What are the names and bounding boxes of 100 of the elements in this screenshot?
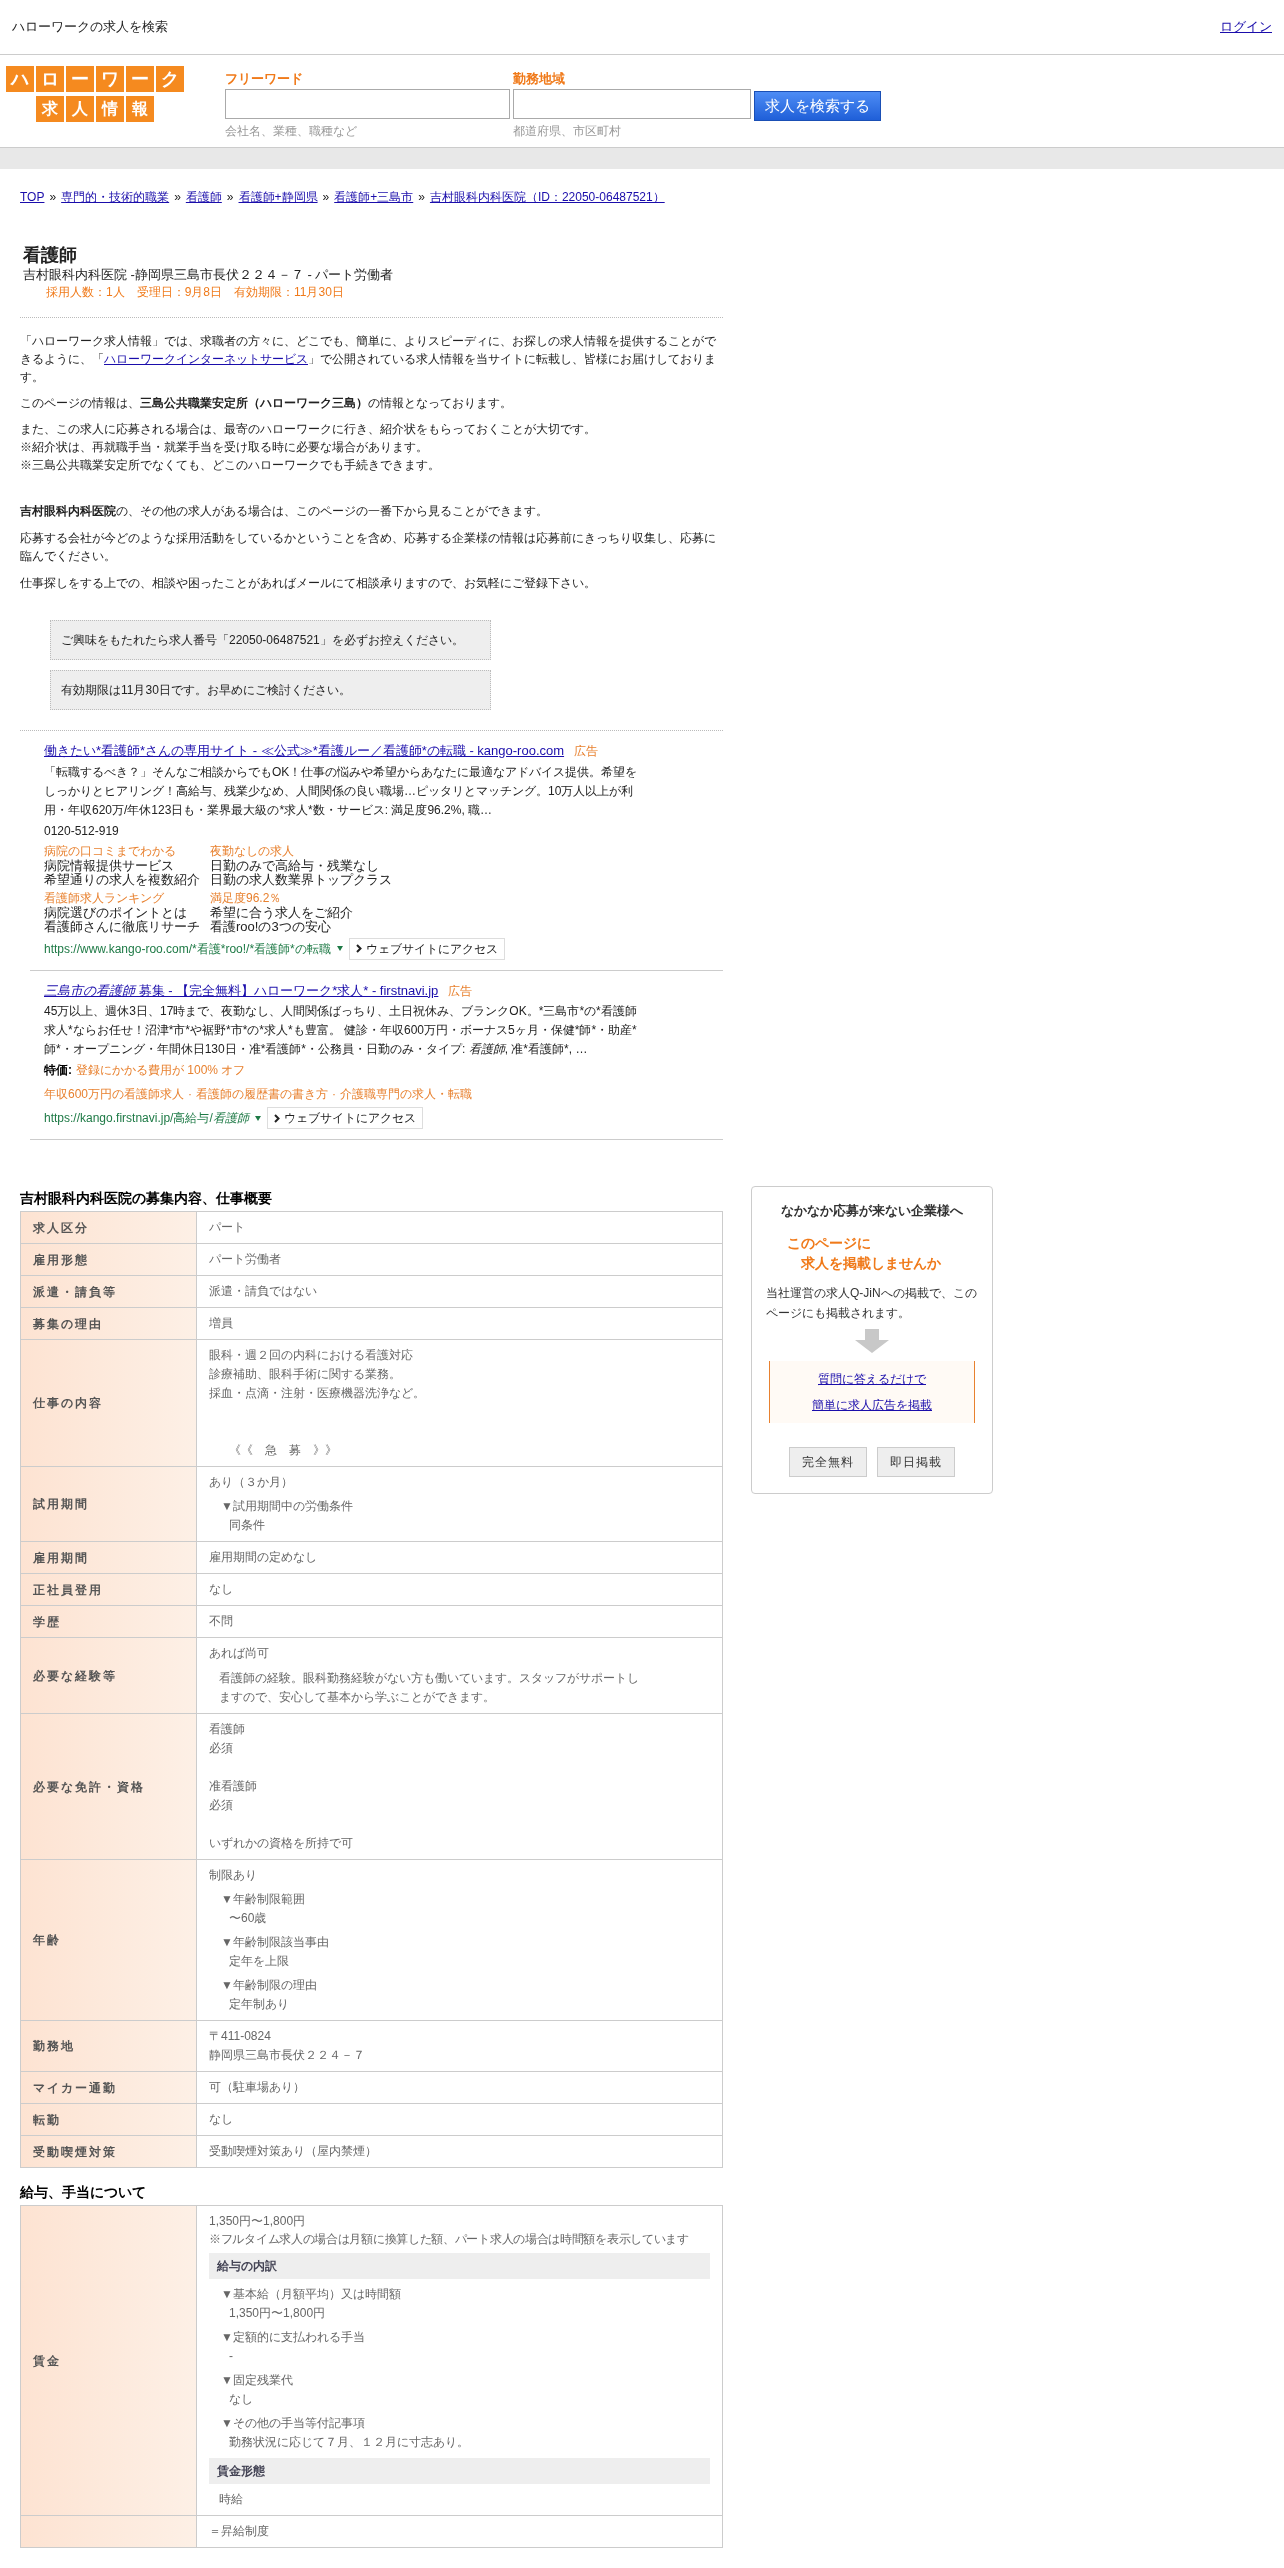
- cell-text: 受動喫煙対策あり（屋内禁煙）: [209, 2143, 378, 2160]
- chevron-icon: [355, 944, 362, 953]
- special-label: 特価:: [44, 1062, 72, 1079]
- cell-text: 雇用期間の定めなし: [209, 1549, 318, 1566]
- item-value: -: [228, 2348, 234, 2365]
- subsection-heading: 給与の内訳: [209, 2253, 710, 2279]
- breadcrumb-separator: »: [226, 189, 234, 206]
- notice-box: ご興味をもたれたら求人番号「22050-06487521」を必ずお控えください。: [50, 620, 491, 660]
- ad-description: 45万以上、週休3日、17時まで、夜勤なし、人間関係ばっちり、土日祝休み、ブランクOK。*三島市*の*看護師求人*ならお任せ！沼津*市*や裾野*市*の*求人*も豊富。 健診・年収600万円・ボーナス5ヶ月・保健*師*・助産*師*・オープニング・年間休日130日・准*看護師*・公務員・日勤のみ・タイプ: 看護師, 准*看護師*, …: [44, 1003, 638, 1058]
- label-cell: 転勤: [21, 2104, 197, 2135]
- label-cell: 勤務地: [21, 2021, 197, 2071]
- cell-text: なし: [209, 2111, 234, 2128]
- cell-text: パート労働者: [209, 1251, 282, 1268]
- breadcrumb-link[interactable]: 看護師+三島市: [334, 188, 414, 206]
- sitelink-text: 日勤のみで高給与・残業なし: [210, 858, 380, 873]
- job-meta: 採用人数：1人 受理日：9月8日 有効期限：11月30日: [45, 284, 345, 301]
- intro-text: このページの情報は、三島公共職業安定所（ハローワーク三島）の情報となっております。: [20, 395, 513, 412]
- item-heading: ▼固定残業代: [220, 2372, 294, 2389]
- section-heading: 給与、手当について: [20, 2183, 147, 2202]
- urgent-label: 《《 急 募 》》: [228, 1442, 338, 1459]
- cell-text: 時給: [218, 2491, 244, 2508]
- search-field[interactable]: [513, 89, 751, 119]
- label-cell: 募集の理由: [21, 1308, 197, 1339]
- job-subtitle: 吉村眼科内科医院 -静岡県三島市長伏２２４－７ - パート労働者: [23, 266, 395, 284]
- promo-highlight: 求人を掲載しませんか: [800, 1253, 941, 1273]
- cell-text: 必須: [209, 1797, 234, 1814]
- breadcrumb-separator: »: [322, 189, 330, 206]
- item-value: 定年制あり: [228, 1996, 290, 2013]
- promo-link[interactable]: 簡単に求人広告を掲載: [812, 1394, 932, 1415]
- cell-text: 〒411-0824: [209, 2028, 272, 2045]
- promo-heading: なかなか応募が来ない企業様へ: [781, 1202, 963, 1220]
- label-cell: 賃金: [21, 2206, 197, 2515]
- cell-text: 可（駐車場あり）: [209, 2079, 306, 2096]
- intro-paragraph: 「ハローワーク求人情報」では、求職者の方々に、どこでも、簡単に、よりスピーディに、お探しの求人情報を提供することができるように、「ハローワークインターネットサービス」で公開されている求人情報を当サイトに転載し、皆様にお届けしております。: [20, 333, 717, 386]
- cell-text: 派遣・請負ではない: [209, 1283, 318, 1300]
- item-value: 〜60歳: [228, 1910, 268, 1927]
- ad-url[interactable]: https://www.kango-roo.com/*看護*roo!/*看護師*の転職: [44, 939, 331, 958]
- label-cell: 求人区分: [21, 1212, 197, 1243]
- field-hint: 都道府県、市区町村: [513, 123, 622, 140]
- cell-text: 採血・点滴・注射・医療機器洗浄など。: [209, 1385, 426, 1402]
- intro-text: ※三島公共職業安定所でなくても、どこのハローワークでも手続きできます。: [20, 457, 441, 474]
- feature-tag: 完全無料: [789, 1446, 867, 1477]
- item-heading: ▼年齢制限範囲: [220, 1891, 306, 1908]
- cell-text: あり（３か月）: [209, 1474, 294, 1491]
- breadcrumb-separator: »: [174, 189, 181, 206]
- ad-title-link[interactable]: 働きたい*看護師*さんの専用サイト - ≪公式≫*看護ルー／看護師*の転職 - kango-roo.com: [44, 741, 565, 761]
- promo-text: 当社運営の求人Q-JiNへの掲載で、このページにも掲載されます。: [765, 1284, 978, 1322]
- ad-title-link[interactable]: 三島市の看護師 募集 - 【完全無料】ハローワーク*求人* - firstnavi.jp: [44, 980, 439, 1000]
- ad-label: 広告: [574, 743, 599, 760]
- chevron-icon: [273, 1113, 280, 1123]
- note-text: ※フルタイム求人の場合は月額に換算した額、パート求人の場合は時間額を表示しています: [209, 2231, 690, 2247]
- ad-url[interactable]: https://kango.firstnavi.jp/高給与/看護師: [44, 1109, 249, 1127]
- phone-number: 0120-512-919: [44, 822, 120, 840]
- breadcrumb-link[interactable]: 専門的・技術的職業: [61, 188, 170, 206]
- feature-tag: 即日掲載: [877, 1446, 955, 1477]
- search-button[interactable]: 求人を検索する: [754, 91, 881, 121]
- label-cell: 学歴: [21, 1606, 197, 1637]
- item-heading: ▼その他の手当等付記事項: [220, 2415, 366, 2432]
- breadcrumb-link[interactable]: 吉村眼科内科医院（ID：22050-06487521）: [429, 188, 665, 206]
- cell-text: 准看護師: [209, 1778, 258, 1795]
- section-heading: 吉村眼科内科医院の募集内容、仕事概要: [20, 1189, 273, 1208]
- separator-dot: ·: [332, 1086, 337, 1103]
- breadcrumb-link[interactable]: 看護師: [185, 188, 222, 206]
- special-text: 登録にかかる費用が 100% オフ: [76, 1062, 246, 1079]
- service-link[interactable]: ハローワークインターネットサービス: [104, 352, 308, 366]
- intro-text: また、この求人に応募される場合は、最寄のハローワークに行き、紹介状をもらっておくことが大切です。: [20, 421, 597, 438]
- sitelink-text: 病院選びのポイントとは: [44, 905, 188, 920]
- cell-text: 静岡県三島市長伏２２４－７: [209, 2047, 366, 2064]
- field-hint: 会社名、業種、職種など: [225, 123, 358, 140]
- item-heading: ▼年齢制限該当事由: [220, 1934, 330, 1951]
- label-cell: 必要な免許・資格: [21, 1714, 197, 1859]
- breadcrumb-separator: »: [49, 189, 57, 206]
- login-link[interactable]: ログイン: [1220, 17, 1272, 37]
- search-field[interactable]: [225, 89, 510, 119]
- cell-text: 1,350円〜1,800円: [209, 2213, 307, 2230]
- visit-website-button[interactable]: ウェブサイトにアクセス: [266, 1107, 423, 1129]
- breadcrumb-link[interactable]: TOP: [20, 188, 45, 206]
- cell-text: 増員: [209, 1315, 234, 1332]
- ad-description: 「転職するべき？」そんなご相談からでもOK！仕事の悩みや希望からあなたに最適なアドバイス提供。希望をしっかりとヒアリング！高給与、残業少なめ、人間関係の良い職場…ピッタリとマッチング。10万人以上が利用・年収620万/年休123日も・業界最大級の*求人*数・サービス: 満足度96.2%, 職…: [44, 763, 639, 819]
- cell-text: あれば尚可: [209, 1645, 270, 1662]
- item-value: 同条件: [228, 1517, 266, 1534]
- label-cell: 必要な経験等: [21, 1638, 197, 1713]
- dropdown-icon[interactable]: [336, 946, 343, 951]
- cell-text: 必須: [209, 1740, 234, 1757]
- breadcrumb-link[interactable]: 看護師+静岡県: [238, 188, 318, 206]
- promo-link[interactable]: 質問に答えるだけで: [818, 1368, 926, 1389]
- label-cell: マイカー通勤: [21, 2072, 197, 2103]
- cell-text: 看護師の経験。眼科勤務経験がない方も働いています。スタッフがサポートしますので、安心して基本から学ぶことができます。: [218, 1670, 639, 1706]
- sitelink-text: 日勤の求人数業界トップクラス: [210, 872, 392, 887]
- cell-text: パート: [209, 1219, 246, 1236]
- label-cell: 雇用期間: [21, 1542, 197, 1573]
- item-value: 定年を上限: [228, 1953, 290, 1970]
- dropdown-icon[interactable]: [254, 1115, 261, 1121]
- sitelink-text: 希望通りの求人を複数紹介: [44, 872, 200, 887]
- cell-text: なし: [209, 1581, 234, 1598]
- visit-website-button[interactable]: ウェブサイトにアクセス: [348, 937, 505, 960]
- intro-paragraph: 仕事探しをする上での、相談や困ったことがあればメールにて相談承りますので、お気軽にご登録下さい。: [20, 575, 597, 592]
- intro-paragraph: 応募する会社が今どのような採用活動をしているかということを含め、応募する企業様の情報は応募前にきっちり収集し、応募に臨んでください。: [20, 530, 717, 565]
- ad-label: 広告: [448, 982, 473, 1000]
- label-cell: 受動喫煙対策: [21, 2136, 197, 2167]
